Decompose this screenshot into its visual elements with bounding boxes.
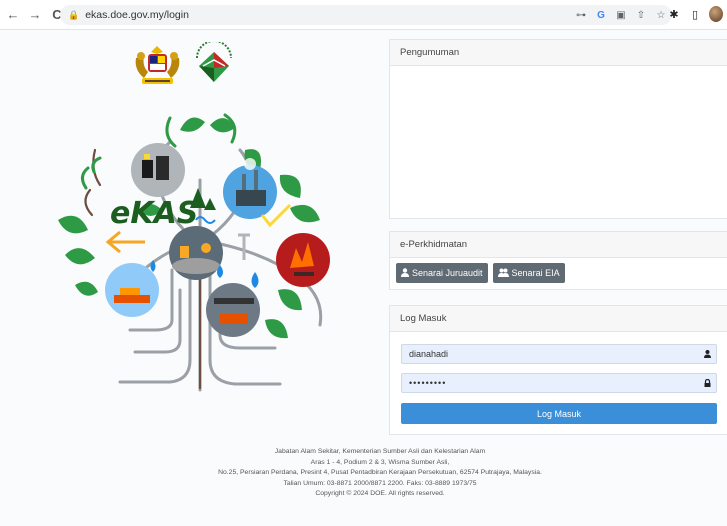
eia-list-button[interactable]: Senarai EIA: [492, 263, 565, 283]
users-icon: [497, 268, 509, 279]
footer-line-3: No.25, Persiaran Perdana, Presint 4, Pus…: [218, 469, 542, 477]
url-text[interactable]: ekas.doe.gov.my/login: [85, 9, 189, 21]
forward-icon[interactable]: →: [26, 6, 44, 24]
sidepanel-icon[interactable]: ▯: [688, 6, 702, 22]
ekas-brand-text: eKAS: [110, 196, 198, 231]
ekas-tree-illustration: eKAS: [58, 113, 330, 392]
page: eKAS Pengumuman e-Perkhidmatan Senarai J…: [0, 30, 727, 526]
password-field[interactable]: •••••••••: [401, 373, 717, 393]
auditor-list-button[interactable]: Senarai Juruaudit: [396, 263, 488, 283]
footer-line-1: Jabatan Alam Sekitar, Kementerian Sumber…: [274, 448, 486, 455]
malaysia-coat-of-arms-logo: [135, 46, 180, 84]
doe-logo: [196, 42, 232, 82]
username-value: dianahadi: [409, 349, 449, 359]
user-icon: [401, 267, 409, 279]
login-card: Log Masuk dianahadi ••••••••• Log Masuk: [389, 305, 727, 435]
translate-icon[interactable]: ▣: [614, 7, 628, 23]
services-card: e-Perkhidmatan Senarai Juruaudit Senarai…: [389, 231, 727, 290]
share-icon[interactable]: ⇧: [634, 7, 648, 23]
announcement-title: Pengumuman: [390, 40, 727, 66]
extensions-icon[interactable]: ✱: [667, 6, 681, 22]
lock-icon: [704, 374, 711, 393]
address-bar[interactable]: 🔒 ekas.doe.gov.my/login ⊶ G ▣ ⇧ ☆: [60, 5, 672, 25]
footer: Jabatan Alam Sekitar, Kementerian Sumber…: [180, 447, 580, 500]
lock-icon: 🔒: [68, 9, 80, 20]
username-field[interactable]: dianahadi: [401, 344, 717, 364]
profile-avatar[interactable]: [709, 6, 723, 22]
footer-line-5: Copyright © 2024 DOE. All rights reserve…: [315, 490, 445, 498]
google-icon[interactable]: G: [594, 7, 608, 23]
auditor-list-label: Senarai Juruaudit: [412, 268, 483, 278]
bookmark-star-icon[interactable]: ☆: [654, 7, 668, 23]
user-icon: [704, 345, 711, 364]
key-icon[interactable]: ⊶: [574, 7, 588, 23]
login-title: Log Masuk: [390, 306, 727, 332]
footer-line-4: Talian Umum: 03-8871 2000/8871 2200. Fak…: [283, 479, 477, 487]
footer-line-2: Aras 1 - 4, Podium 2 & 3, Wisma Sumber A…: [310, 458, 450, 466]
browser-toolbar: ← → C 🔒 ekas.doe.gov.my/login ⊶ G ▣ ⇧ ☆ …: [0, 0, 727, 30]
back-icon[interactable]: ←: [4, 6, 22, 24]
services-title: e-Perkhidmatan: [390, 232, 727, 258]
login-button[interactable]: Log Masuk: [401, 403, 717, 424]
password-value: •••••••••: [409, 378, 447, 388]
eia-list-label: Senarai EIA: [511, 268, 560, 278]
announcement-card: Pengumuman: [389, 39, 727, 219]
